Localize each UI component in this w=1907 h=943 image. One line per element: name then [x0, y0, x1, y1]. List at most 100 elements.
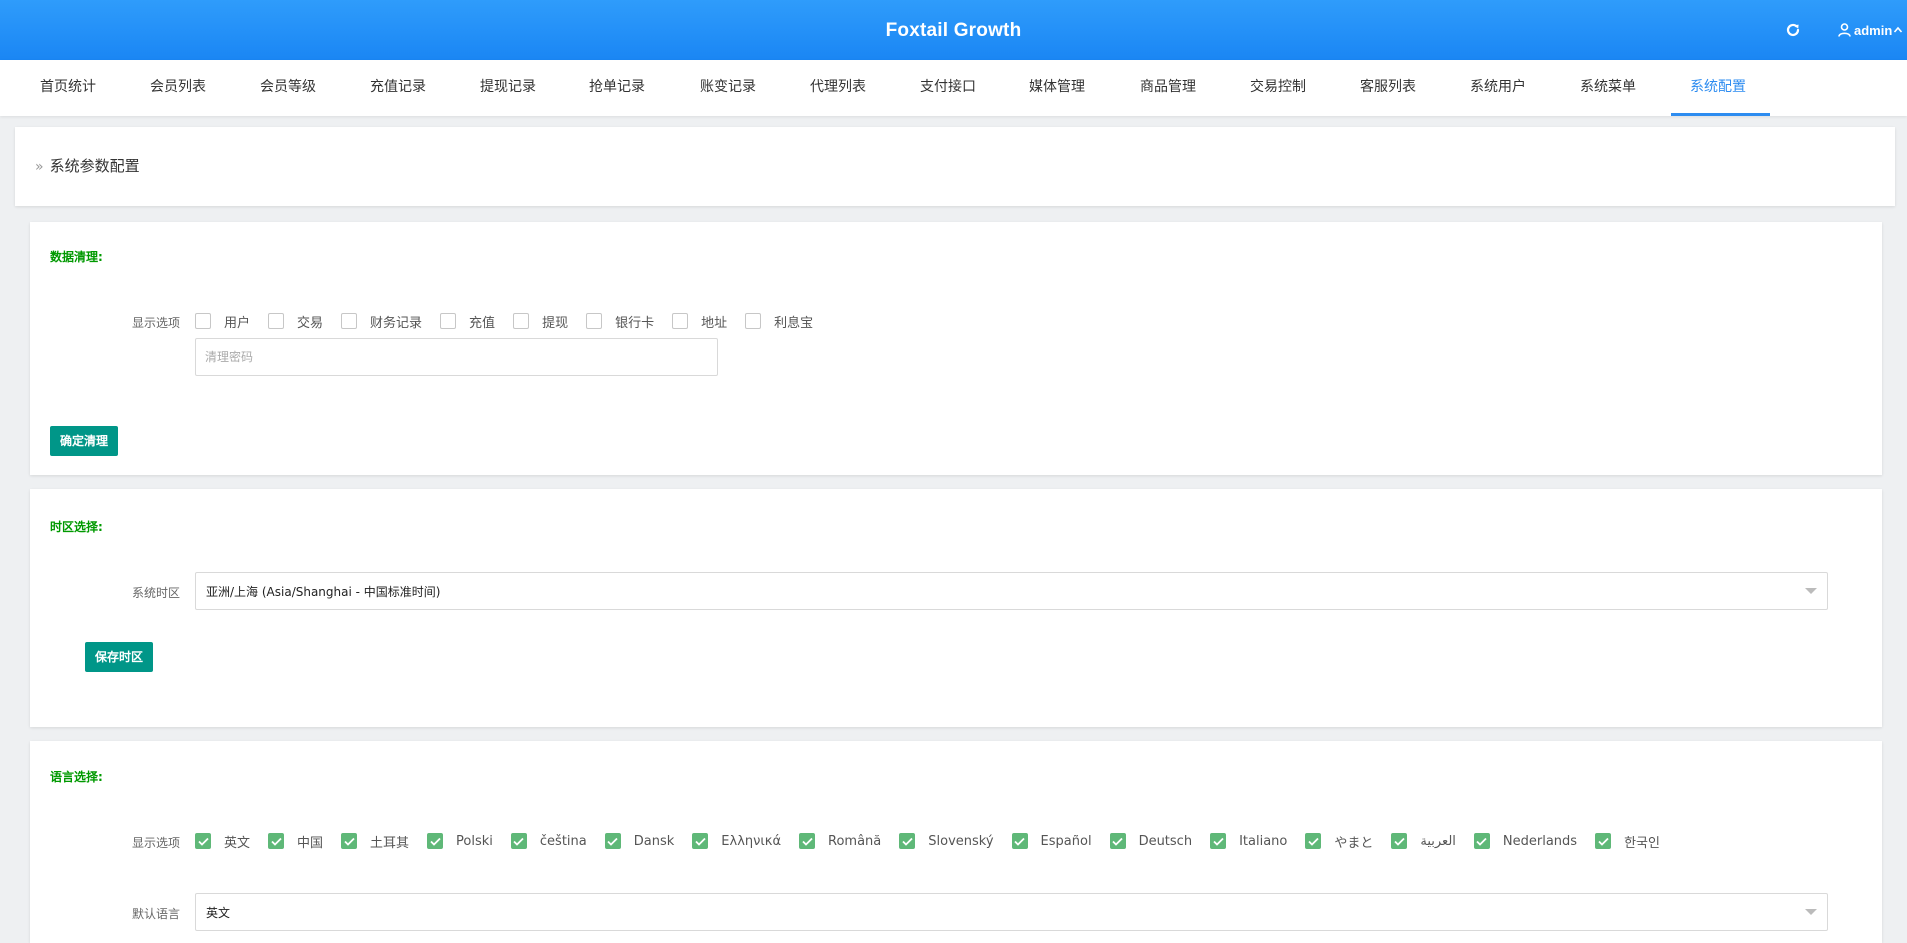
checkbox-icon[interactable] [341, 313, 358, 329]
nav-tab-home-stats[interactable]: 首页统计 [40, 60, 96, 116]
checkbox-icon[interactable] [586, 313, 603, 329]
cleanup-option-label: 用户 [224, 315, 251, 331]
nav-tab-withdraw-records[interactable]: 提现记录 [480, 60, 536, 116]
language-option-label: 土耳其 [370, 835, 410, 851]
default-language-select[interactable]: 英文 [195, 893, 1828, 931]
refresh-icon[interactable] [1785, 22, 1801, 38]
language-option-label: 한국인 [1624, 835, 1660, 851]
language-checkbox-option[interactable]: 한국인 [1595, 832, 1660, 851]
nav-tab-products[interactable]: 商品管理 [1140, 60, 1196, 116]
cleanup-checkbox-option[interactable]: 银行卡 [586, 312, 654, 331]
language-option-label: Ελληνικά [721, 833, 782, 849]
timezone-selected-value: 亚洲/上海 (Asia/Shanghai - 中国标准时间) [206, 584, 441, 599]
user-menu[interactable]: admin [1838, 20, 1906, 40]
language-title: 语言选择: [50, 770, 103, 784]
checkbox-icon[interactable] [195, 313, 211, 329]
language-checkbox-option[interactable]: Dansk [604, 833, 675, 849]
cleanup-password-input[interactable] [195, 338, 718, 376]
language-option-label: Polski [456, 833, 493, 849]
language-option-label: 中国 [297, 835, 324, 851]
language-checkbox-option[interactable]: Ελληνικά [692, 833, 781, 849]
checkbox-icon[interactable] [268, 313, 285, 329]
checkbox-checked-icon[interactable] [1595, 833, 1612, 849]
cleanup-option-label: 利息宝 [774, 315, 814, 331]
cleanup-checkbox-option[interactable]: 地址 [672, 312, 727, 331]
confirm-cleanup-button[interactable]: 确定清理 [50, 426, 119, 456]
language-checkbox-option[interactable]: Italiano [1210, 833, 1287, 849]
nav-tab-system-menu[interactable]: 系统菜单 [1580, 60, 1636, 116]
cleanup-options-label: 显示选项 [132, 316, 181, 330]
language-checkbox-option[interactable]: 中国 [268, 832, 323, 851]
double-chevron-icon: » [35, 159, 44, 175]
nav-tab-member-list[interactable]: 会员列表 [150, 60, 206, 116]
nav-tab-media[interactable]: 媒体管理 [1029, 60, 1085, 116]
checkbox-checked-icon[interactable] [799, 833, 816, 849]
language-options-label: 显示选项 [132, 836, 181, 850]
checkbox-checked-icon[interactable] [1473, 833, 1490, 849]
timezone-select[interactable]: 亚洲/上海 (Asia/Shanghai - 中国标准时间) [195, 572, 1828, 610]
language-option-label: Dansk [633, 833, 675, 849]
cleanup-option-label: 地址 [701, 315, 728, 331]
language-option-label: 英文 [224, 835, 251, 851]
dropdown-arrow-icon [1805, 909, 1817, 915]
language-checkbox-option[interactable]: Polski [427, 833, 493, 849]
checkbox-icon[interactable] [440, 313, 457, 329]
language-checkbox-option[interactable]: Română [799, 833, 881, 849]
checkbox-checked-icon[interactable] [604, 833, 621, 849]
language-option-label: Română [828, 833, 882, 849]
language-checkbox-option[interactable]: 土耳其 [341, 832, 409, 851]
nav-tab-recharge-records[interactable]: 充值记录 [370, 60, 426, 116]
nav-tab-system-config[interactable]: 系统配置 [1690, 60, 1746, 116]
checkbox-icon[interactable] [672, 313, 689, 329]
cleanup-checkbox-option[interactable]: 用户 [195, 312, 250, 331]
checkbox-checked-icon[interactable] [1391, 833, 1408, 849]
top-header-bar: Foxtail Growth admin [0, 0, 1907, 60]
nav-tab-payment-api[interactable]: 支付接口 [920, 60, 976, 116]
checkbox-checked-icon[interactable] [899, 833, 916, 849]
cleanup-checkbox-option[interactable]: 提现 [513, 312, 568, 331]
checkbox-checked-icon[interactable] [692, 833, 709, 849]
language-checkbox-option[interactable]: やまと [1305, 832, 1373, 851]
save-timezone-button[interactable]: 保存时区 [85, 642, 154, 672]
checkbox-checked-icon[interactable] [341, 833, 358, 849]
page-title: 系统参数配置 [49, 157, 140, 175]
user-icon [1838, 23, 1851, 37]
language-checkbox-option[interactable]: čeština [510, 833, 587, 849]
default-language-value: 英文 [206, 905, 231, 920]
checkbox-checked-icon[interactable] [1305, 833, 1322, 849]
default-language-label: 默认语言 [132, 907, 181, 921]
language-checkbox-option[interactable]: Deutsch [1109, 833, 1192, 849]
checkbox-checked-icon[interactable] [1011, 833, 1028, 849]
language-checkbox-option[interactable]: العربية [1391, 833, 1456, 849]
nav-tab-grab-orders[interactable]: 抢单记录 [589, 60, 645, 116]
nav-tab-customer-service[interactable]: 客服列表 [1360, 60, 1416, 116]
checkbox-checked-icon[interactable] [510, 833, 527, 849]
nav-tab-balance-changes[interactable]: 账变记录 [700, 60, 756, 116]
cleanup-option-label: 交易 [297, 315, 324, 331]
checkbox-checked-icon[interactable] [1210, 833, 1227, 849]
language-option-label: Slovenský [928, 833, 994, 849]
checkbox-checked-icon[interactable] [195, 833, 211, 849]
cleanup-checkbox-option[interactable]: 充值 [440, 312, 495, 331]
cleanup-options: 用户 交易 财务记录 充值 提现 银行卡 地址 利息宝 [195, 311, 831, 331]
language-checkbox-option[interactable]: Español [1011, 833, 1092, 849]
cleanup-checkbox-option[interactable]: 利息宝 [745, 312, 813, 331]
cleanup-checkbox-option[interactable]: 财务记录 [341, 312, 422, 331]
language-option-label: العربية [1420, 833, 1456, 849]
cleanup-option-label: 提现 [542, 315, 569, 331]
checkbox-checked-icon[interactable] [427, 833, 444, 849]
dropdown-arrow-icon [1805, 588, 1817, 594]
nav-tab-system-users[interactable]: 系统用户 [1470, 60, 1526, 116]
nav-tab-member-level[interactable]: 会员等级 [260, 60, 316, 116]
nav-tab-trade-control[interactable]: 交易控制 [1250, 60, 1306, 116]
cleanup-checkbox-option[interactable]: 交易 [268, 312, 323, 331]
checkbox-checked-icon[interactable] [1109, 833, 1126, 849]
nav-tab-agent-list[interactable]: 代理列表 [810, 60, 866, 116]
language-checkbox-option[interactable]: Slovenský [899, 833, 994, 849]
checkbox-checked-icon[interactable] [268, 833, 285, 849]
breadcrumb-panel [15, 127, 1895, 206]
checkbox-icon[interactable] [513, 313, 530, 329]
checkbox-icon[interactable] [745, 313, 762, 329]
language-checkbox-option[interactable]: Nederlands [1473, 833, 1577, 849]
language-checkbox-option[interactable]: 英文 [195, 832, 250, 851]
